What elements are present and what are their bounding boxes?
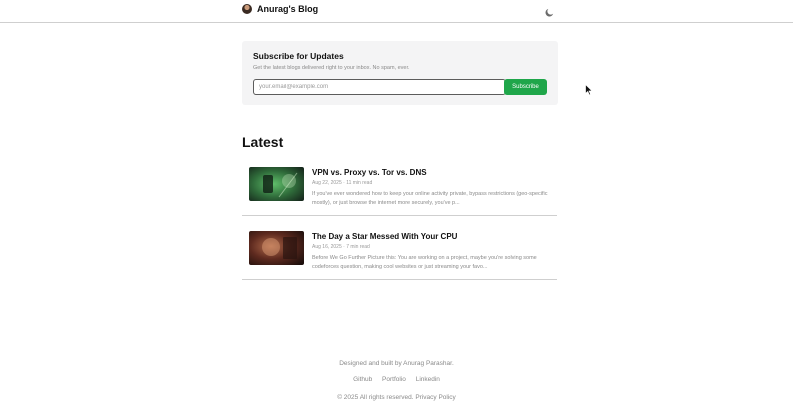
brand-link[interactable]: Anurag's Blog (242, 4, 318, 14)
post-excerpt: If you've ever wondered how to keep your… (312, 191, 548, 206)
post-date: Aug 16, 2025 (312, 244, 342, 250)
post-title: The Day a Star Messed With Your CPU (312, 232, 458, 241)
post-thumbnail (249, 167, 304, 201)
copyright-text: © 2025 All rights reserved. (337, 394, 414, 401)
post-meta: Aug 16, 2025 · 7 min read (312, 244, 370, 250)
post-meta: Aug 22, 2025 · 11 min read (312, 180, 372, 186)
footer-credit: Designed and built by Anurag Parashar. (339, 360, 454, 367)
brand-name: Anurag's Blog (257, 4, 319, 14)
mouse-cursor-icon (585, 84, 593, 96)
footer-link-github[interactable]: Github (353, 376, 372, 383)
footer-copyright-row: © 2025 All rights reserved. Privacy Poli… (0, 394, 793, 401)
subscribe-button[interactable]: Subscribe (504, 79, 547, 95)
subscribe-description: Get the latest blogs delivered right to … (253, 65, 410, 71)
post-read-time: 11 min read (346, 180, 373, 186)
post-read-time: 7 min read (346, 244, 370, 250)
footer-link-portfolio[interactable]: Portfolio (382, 376, 406, 383)
author-avatar (242, 4, 252, 14)
footer-link-linkedin[interactable]: Linkedin (416, 376, 440, 383)
post-title: VPN vs. Proxy vs. Tor vs. DNS (312, 168, 427, 177)
post-excerpt: Before We Go Further Picture this: You a… (312, 255, 537, 270)
site-header: Anurag's Blog (0, 0, 793, 23)
theme-toggle-moon-icon[interactable] (544, 5, 555, 17)
post-card-vpn[interactable]: VPN vs. Proxy vs. Tor vs. DNS Aug 22, 20… (242, 167, 557, 216)
subscribe-card: Subscribe for Updates Get the latest blo… (242, 41, 558, 105)
privacy-policy-link[interactable]: Privacy Policy (415, 394, 455, 401)
post-date: Aug 22, 2025 (312, 180, 342, 186)
footer-links: Github Portfolio Linkedin (0, 376, 793, 383)
latest-heading: Latest (242, 134, 284, 150)
email-input[interactable] (253, 79, 506, 95)
subscribe-title: Subscribe for Updates (253, 51, 344, 61)
post-card-star-cpu[interactable]: The Day a Star Messed With Your CPU Aug … (242, 231, 557, 280)
post-thumbnail (249, 231, 304, 265)
